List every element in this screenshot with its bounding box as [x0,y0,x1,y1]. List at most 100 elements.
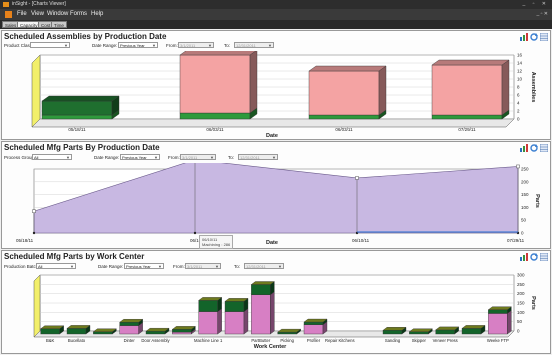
bar [431,64,503,116]
y-tick-label: 8 [517,85,520,90]
refresh-icon[interactable] [530,33,538,41]
bar [179,112,251,120]
bar [488,313,508,335]
bar [431,114,503,120]
date-range-label: Date Range: [98,264,124,269]
panel-title: Scheduled Mfg Parts By Production Date [4,143,160,152]
bar [198,311,218,335]
app-menu-icon[interactable] [5,11,12,18]
bar [172,329,192,333]
tooltip-value: Machining : 286 [202,242,231,247]
menu-help[interactable]: Help [91,11,103,17]
refresh-icon[interactable] [530,253,538,261]
bar-side [217,308,222,335]
data-point-marker [516,164,520,169]
bar-side [249,51,258,114]
bar-top [66,325,91,329]
product-class-select[interactable]: ▼ [30,42,70,48]
bar-side [501,59,510,116]
baseline-marker [32,231,36,235]
x-tick-label: B&K [46,338,55,343]
y-tick-label: 150 [517,301,525,306]
parts-by-date-chart: 0 50 100 150 200 250 Parts 05/18/11 06/10/11 06/1… [16,163,540,246]
bar [198,300,218,312]
date-range-label: Date Range: [92,43,118,48]
bar-top [171,326,196,330]
data-point-marker [355,176,359,180]
x-tick-label: PartButter [251,338,270,343]
grid-icon[interactable] [540,144,548,152]
chevron-down-icon: ▼ [152,43,156,48]
date-range-select[interactable]: Previous Year ▼ [118,42,158,48]
refresh-icon[interactable] [530,144,538,152]
x-axis-label: Work Center [254,344,287,350]
assemblies-chart: 0 2 4 6 8 10 12 14 16 Assemblies 05/18/11 06/03/11 0… [31,51,536,139]
tab-time[interactable]: Time [51,21,67,28]
bar-side [378,65,387,116]
chart-icon[interactable] [520,33,528,41]
y-tick-label: 0 [521,231,524,236]
y-axis-label: Assemblies [530,72,536,103]
bar-top [435,326,460,331]
baseline-marker [193,231,197,235]
bar [119,322,139,326]
bar-top [250,281,275,285]
bar [40,328,60,335]
menu-window[interactable]: Window [47,11,68,17]
module-tabs: Sales Capacity Cost Time [0,20,552,29]
to-date-field[interactable]: 12/31/2011 ▼ [244,263,284,269]
chevron-down-icon: ▼ [208,43,212,48]
x-tick-label: Picking [280,338,294,343]
menu-forms[interactable]: Forms [70,11,87,17]
window-controls[interactable]: _ ▫ ✕ [522,1,549,7]
bar-top [145,328,170,332]
from-date-field[interactable]: 3/1/2011 ▼ [178,42,214,48]
date-range-select[interactable]: Previous Year ▼ [124,263,164,269]
x-axis-label: Date [266,133,278,139]
chevron-down-icon: ▼ [154,155,158,160]
from-date-field[interactable]: 3/1/2011 ▼ [185,263,221,269]
panel-assemblies: Scheduled Assemblies by Production Date … [1,30,551,140]
app-logo-icon [3,2,9,7]
production-batch-select[interactable]: All ▼ [36,263,76,269]
x-tick-label: Dinter [124,338,136,343]
x-tick-label: 07/29/11 [458,127,476,132]
data-tooltip: 06/10/11 Machining : 286 [199,235,234,249]
bar-top [382,327,407,331]
to-date-field[interactable]: 12/31/2011 ▼ [234,42,274,48]
grid-icon[interactable] [540,253,548,261]
chart-floor [31,118,515,128]
date-range-select[interactable]: Previous Year ▼ [120,154,160,160]
x-tick-label: Repair Kitchens [325,338,355,343]
to-label: To: [234,264,241,269]
menu-file[interactable]: File [17,11,27,17]
bar [251,284,271,295]
x-tick-label: 06/03/11 [206,127,224,132]
y-tick-label: 200 [517,291,525,296]
to-date-field[interactable]: 12/31/2011 ▼ [238,154,278,160]
bar-top [277,328,302,333]
chart-left-wall [33,274,41,338]
bar [277,331,297,335]
chevron-down-icon: ▼ [278,264,282,269]
x-tick-label: Veneer Press [433,338,458,343]
bar [435,329,455,335]
bar [224,301,245,312]
bar [308,70,380,116]
bar [303,324,324,335]
process-group-select[interactable]: All ▼ [32,154,72,160]
bar-top [303,318,328,323]
chart-icon[interactable] [520,144,528,152]
menu-bar: File View Window Forms Help _ ▫ ✕ [0,9,552,20]
chart-icon[interactable] [520,253,528,261]
bar-top [41,95,120,102]
panel-parts-by-date: Scheduled Mfg Parts By Production Date P… [1,141,551,249]
menu-view[interactable]: View [31,11,44,17]
bar-top [198,297,223,301]
from-date-field[interactable]: 3/1/2011 ▼ [180,154,216,160]
bar-top [308,65,387,72]
tab-capacity[interactable]: Capacity [17,21,41,28]
grid-icon[interactable] [540,33,548,41]
mdi-controls[interactable]: _ ▫ ✕ [536,11,548,17]
bar-top [224,298,249,302]
